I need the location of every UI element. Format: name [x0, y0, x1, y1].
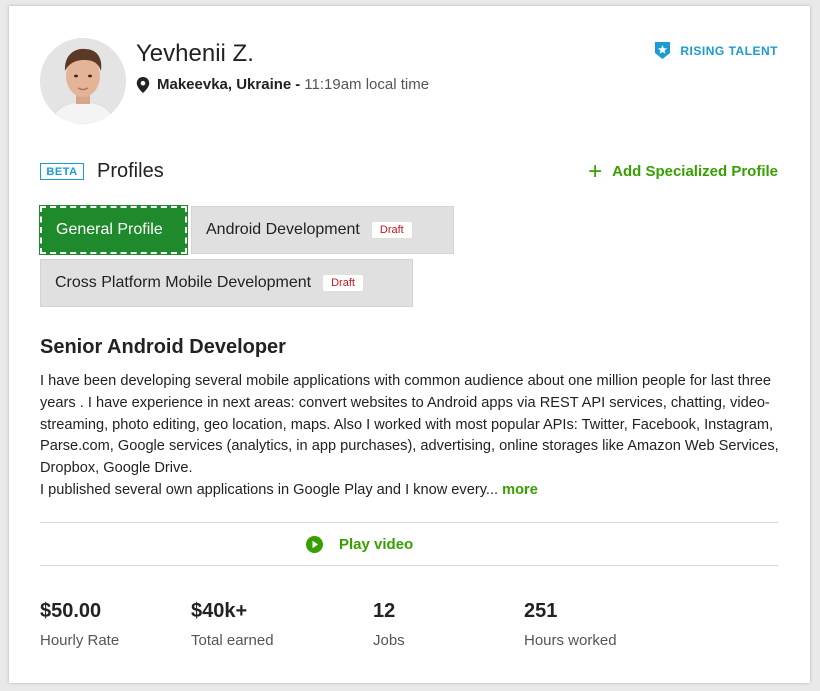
play-icon — [306, 536, 323, 553]
draft-badge: Draft — [323, 275, 363, 291]
tab-cross-platform-mobile-development[interactable]: Cross Platform Mobile Development Draft — [40, 259, 413, 307]
stat-value: 251 — [524, 600, 558, 622]
tab-general-profile[interactable]: General Profile — [39, 205, 188, 255]
location-city: Makeevka, Ukraine — [157, 76, 292, 93]
location: Makeevka, Ukraine - 11:19am local time — [136, 76, 429, 93]
draft-badge: Draft — [371, 222, 412, 238]
stat-value: $50.00 — [40, 600, 102, 622]
add-specialized-profile-link[interactable]: + Add Specialized Profile — [588, 157, 778, 185]
beta-badge: BETA — [40, 163, 84, 180]
stat-total-earned: $40k+ Total earned — [191, 600, 274, 649]
stat-jobs: 12 Jobs — [373, 600, 405, 649]
tab-android-development[interactable]: Android Development Draft — [191, 206, 454, 254]
shield-star-icon — [655, 42, 671, 59]
stat-label: Jobs — [373, 632, 405, 649]
rising-talent-label: RISING TALENT — [680, 43, 778, 58]
stat-value: $40k+ — [191, 600, 248, 622]
profile-description: I have been developing several mobile ap… — [40, 371, 780, 502]
play-video-button[interactable]: Play video — [306, 536, 413, 553]
stat-label: Hourly Rate — [40, 632, 120, 649]
freelancer-name: Yevhenii Z. — [136, 40, 254, 67]
description-text-2: I published several own applications in … — [40, 481, 499, 498]
stat-hourly-rate: $50.00 Hourly Rate — [40, 600, 119, 649]
local-time: 11:19am local time — [304, 76, 430, 93]
tab-label: Cross Platform Mobile Development — [55, 274, 312, 291]
stat-value: 12 — [373, 600, 396, 622]
stat-hours-worked: 251 Hours worked — [524, 600, 617, 649]
tab-label: General Profile — [56, 221, 163, 238]
location-pin-icon — [136, 76, 150, 93]
description-text: I have been developing several mobile ap… — [40, 373, 779, 477]
profiles-heading: Profiles — [97, 160, 164, 182]
avatar[interactable] — [40, 38, 126, 124]
divider — [40, 522, 778, 523]
rising-talent-badge[interactable]: RISING TALENT — [655, 42, 778, 59]
more-link[interactable]: more — [502, 482, 538, 498]
profile-card: Yevhenii Z. Makeevka, Ukraine - 11:19am … — [9, 6, 810, 683]
tab-label: Android Development — [206, 221, 360, 238]
add-specialized-profile-label: Add Specialized Profile — [612, 163, 778, 180]
job-title: Senior Android Developer — [40, 336, 286, 358]
stat-label: Hours worked — [524, 632, 617, 649]
avatar-photo-icon — [40, 38, 126, 124]
divider — [40, 565, 778, 566]
stat-label: Total earned — [191, 632, 274, 649]
location-separator: - — [295, 76, 301, 93]
play-video-label: Play video — [339, 536, 414, 553]
plus-icon: + — [588, 157, 603, 185]
